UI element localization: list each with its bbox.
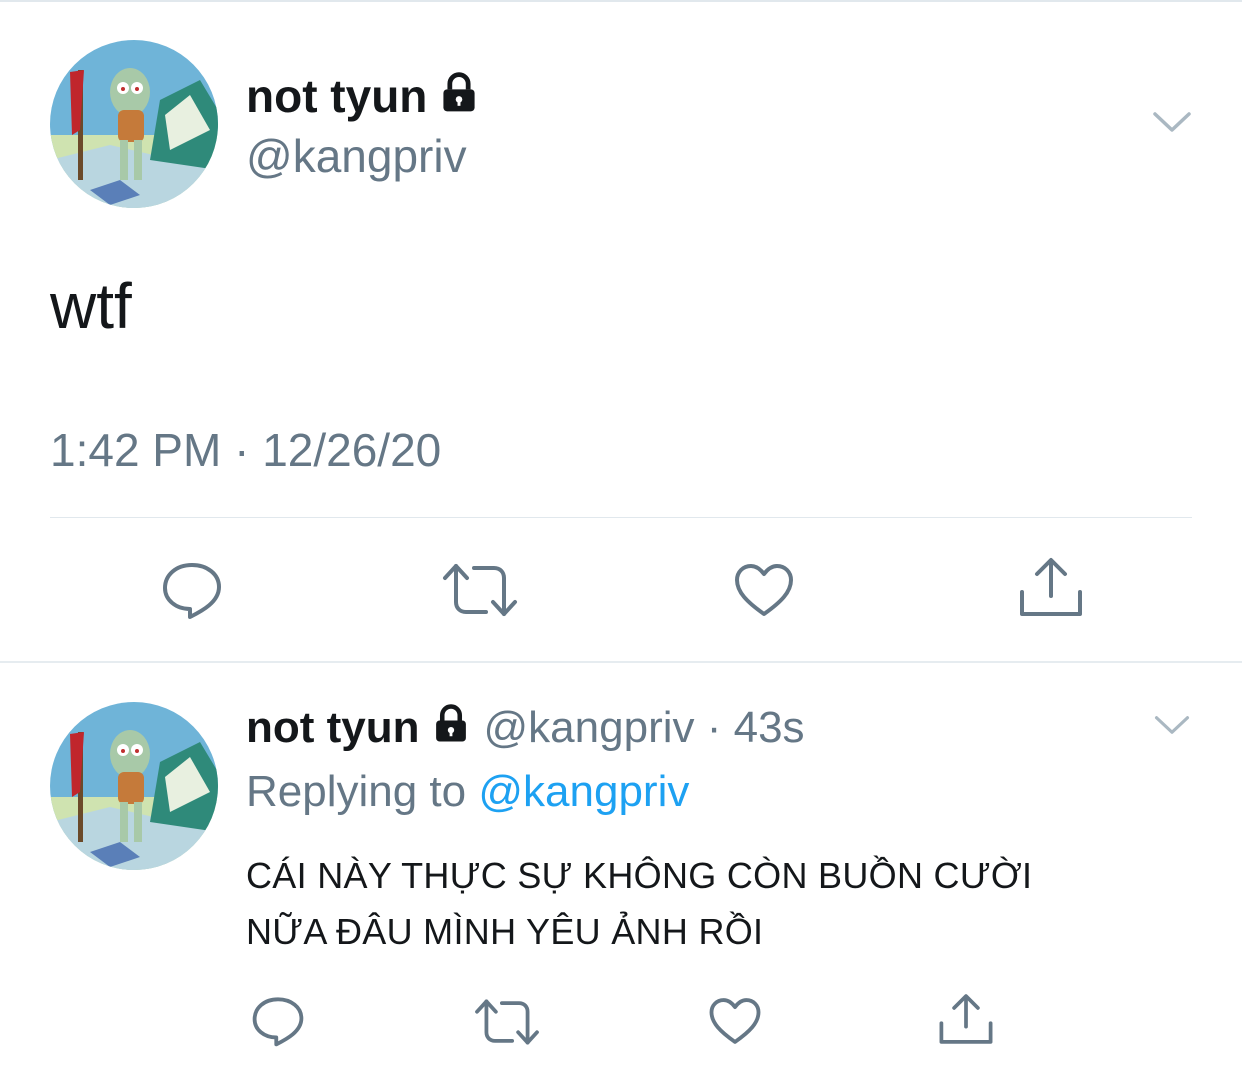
share-icon[interactable] <box>1018 556 1084 618</box>
section-separator <box>0 661 1242 663</box>
avatar-image <box>50 40 218 208</box>
reply-header: not tyun @kangpriv · 43s <box>246 702 805 757</box>
chevron-down-icon[interactable] <box>1150 108 1194 141</box>
retweet-icon[interactable] <box>474 998 540 1046</box>
lock-icon <box>437 71 481 125</box>
reply-icon[interactable] <box>160 560 224 620</box>
tweet-text: wtf <box>50 270 132 342</box>
avatar[interactable] <box>50 40 218 208</box>
display-name[interactable]: not tyun <box>246 70 481 125</box>
reply-text-line: NỮA ĐÂU MÌNH YÊU ẢNH RỒI <box>246 911 764 952</box>
top-border <box>0 0 1242 2</box>
mention-link[interactable]: @kangpriv <box>478 767 689 816</box>
timestamp[interactable]: 1:42 PM · 12/26/20 <box>50 424 441 476</box>
avatar[interactable] <box>50 702 218 870</box>
reply-icon[interactable] <box>250 995 306 1047</box>
reply-text: CÁI NÀY THỰC SỰ KHÔNG CÒN BUỒN CƯỜI NỮA … <box>246 848 1032 960</box>
heart-icon[interactable] <box>733 562 795 618</box>
replying-prefix: Replying to <box>246 767 467 816</box>
retweet-icon[interactable] <box>442 562 518 618</box>
avatar-image <box>50 702 218 870</box>
heart-icon[interactable] <box>708 996 762 1046</box>
replying-to: Replying to @kangpriv <box>246 766 689 818</box>
lock-icon <box>430 703 472 757</box>
display-name-text[interactable]: not tyun <box>246 70 427 122</box>
reply-text-line: CÁI NÀY THỰC SỰ KHÔNG CÒN BUỒN CƯỜI <box>246 855 1033 896</box>
display-name[interactable]: not tyun <box>246 703 420 752</box>
handle[interactable]: @kangpriv <box>246 130 467 182</box>
divider <box>50 517 1192 518</box>
chevron-down-icon[interactable] <box>1152 712 1192 743</box>
handle-time[interactable]: @kangpriv · 43s <box>484 703 805 752</box>
share-icon[interactable] <box>938 992 994 1046</box>
